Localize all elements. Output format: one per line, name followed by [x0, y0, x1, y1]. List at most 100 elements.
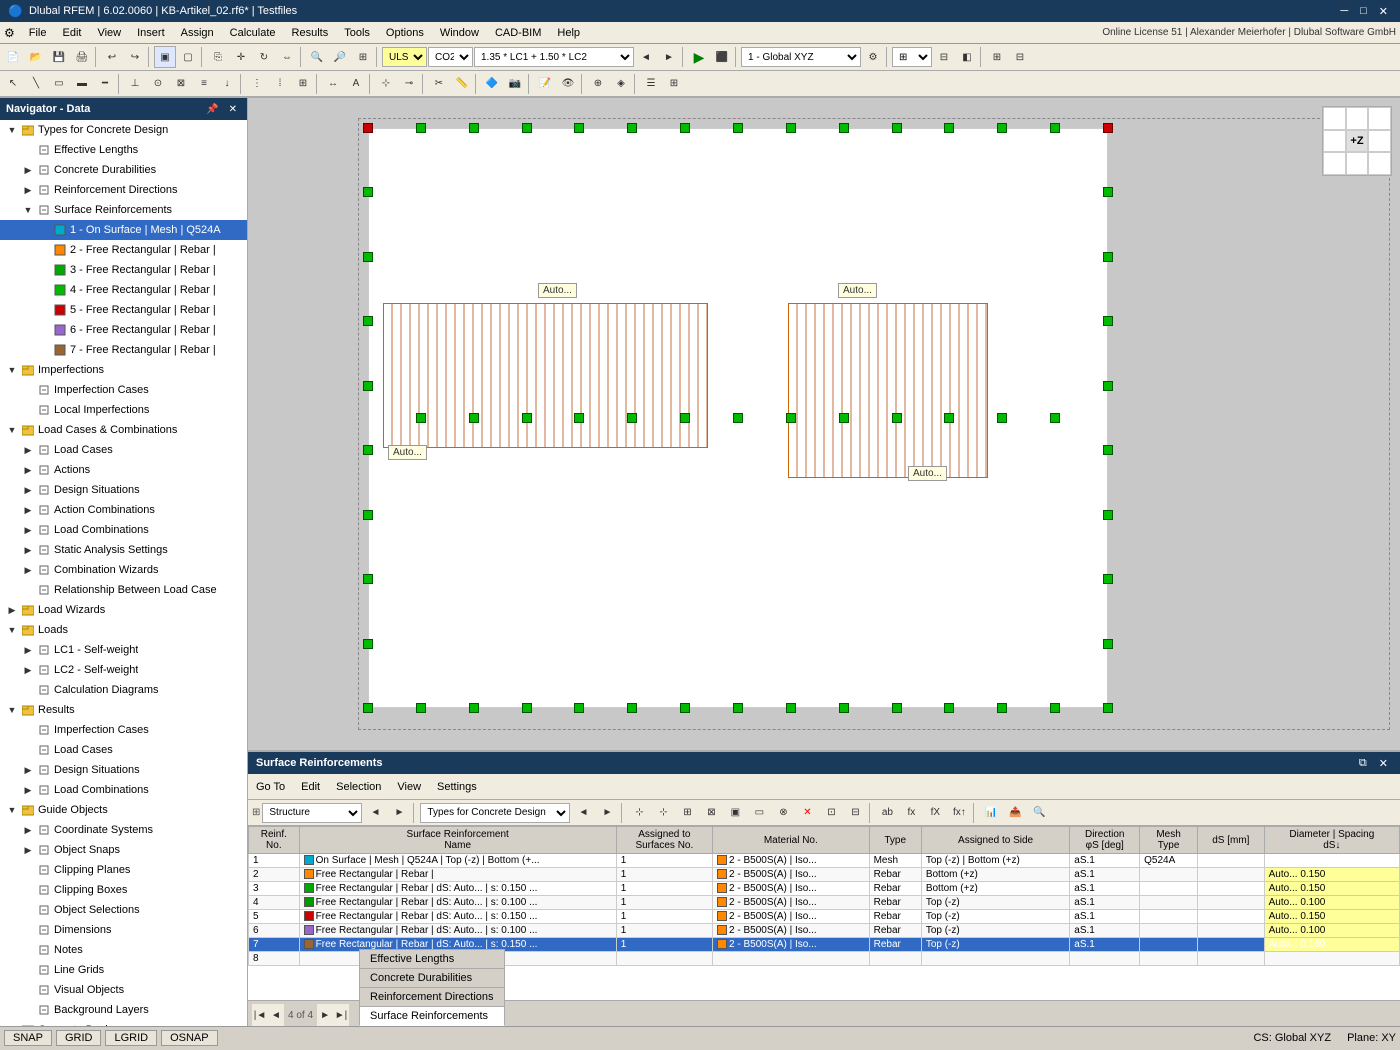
table-cell-7-4[interactable]: Rebar — [869, 938, 921, 952]
line-button[interactable]: ╲ — [25, 73, 47, 95]
nav-item-clipping-boxes[interactable]: Clipping Boxes — [0, 880, 247, 900]
reinf2-button[interactable]: ⁞ — [269, 73, 291, 95]
view-settings-button[interactable]: ⚙ — [862, 46, 884, 68]
rotate-button[interactable]: ↻ — [253, 46, 275, 68]
menu-item-insert[interactable]: Insert — [129, 25, 173, 41]
nav-item-surf-reinf-5[interactable]: 5 - Free Rectangular | Rebar | — [0, 300, 247, 320]
bp-btn5[interactable]: ▣ — [724, 802, 746, 824]
snap-grid-button[interactable]: ⊹ — [375, 73, 397, 95]
table-row-6[interactable]: 6Free Rectangular | Rebar | dS: Auto... … — [249, 924, 1400, 938]
mesh-button[interactable]: ⊞ — [292, 73, 314, 95]
stop-calc-button[interactable]: ⬛ — [711, 46, 733, 68]
shade-button[interactable]: ◧ — [956, 46, 978, 68]
types-dropdown[interactable]: Types for Concrete Design — [420, 803, 570, 823]
start-calc-button[interactable]: ▶ — [688, 46, 710, 68]
table-cell-3-6[interactable]: aS.1 — [1070, 882, 1140, 896]
table-cell-6-9[interactable]: Auto... 0.100 — [1264, 924, 1399, 938]
table-cell-3-7[interactable] — [1140, 882, 1198, 896]
menu-item-file[interactable]: File — [21, 25, 55, 41]
prev-page-button[interactable]: ◄ — [268, 1004, 284, 1026]
first-page-button[interactable]: |◄ — [252, 1004, 268, 1026]
nav-item-actions[interactable]: ▶Actions — [0, 460, 247, 480]
new-button[interactable]: 📄 — [2, 46, 24, 68]
table-cell-3-3[interactable]: 2 - B500S(A) | Iso... — [713, 882, 870, 896]
status-btn-lgrid[interactable]: LGRID — [105, 1030, 157, 1046]
table-cell-7-3[interactable]: 2 - B500S(A) | Iso... — [713, 938, 870, 952]
maximize-button[interactable]: □ — [1356, 5, 1371, 18]
camera-button[interactable]: 📷 — [504, 73, 526, 95]
list-view-button[interactable]: ☰ — [640, 73, 662, 95]
nav-item-local-imperfections[interactable]: Local Imperfections — [0, 400, 247, 420]
nav-item-coordinate-systems[interactable]: ▶Coordinate Systems — [0, 820, 247, 840]
move-button[interactable]: ✛ — [230, 46, 252, 68]
solid-button[interactable]: ▬ — [71, 73, 93, 95]
table-cell-3-2[interactable]: 1 — [616, 882, 712, 896]
structure-prev-button[interactable]: ◄ — [364, 802, 386, 824]
table-cell-8-8[interactable] — [1198, 952, 1265, 966]
point-load-button[interactable]: ↓ — [216, 73, 238, 95]
edit-menu-item[interactable]: Edit — [297, 779, 324, 795]
bp-text-button[interactable]: ab — [876, 802, 898, 824]
table-cell-6-3[interactable]: 2 - B500S(A) | Iso... — [713, 924, 870, 938]
formula-combo[interactable]: 1.35 * LC1 + 1.50 * LC2 — [474, 47, 634, 67]
compass-s[interactable] — [1346, 152, 1369, 175]
table-cell-4-9[interactable]: Auto... 0.100 — [1264, 896, 1399, 910]
bp-delete-button[interactable]: ✕ — [796, 802, 818, 824]
structure-next-button[interactable]: ► — [388, 802, 410, 824]
table-cell-6-8[interactable] — [1198, 924, 1265, 938]
bp-filter-button[interactable]: 🔍 — [1028, 802, 1050, 824]
nav-item-line-grids[interactable]: Line Grids — [0, 960, 247, 980]
table-cell-5-4[interactable]: Rebar — [869, 910, 921, 924]
wireframe-button[interactable]: ⊟ — [933, 46, 955, 68]
table-view-button[interactable]: ⊞ — [663, 73, 685, 95]
view-menu-item[interactable]: View — [393, 779, 425, 795]
nav-item-surf-reinf-6[interactable]: 6 - Free Rectangular | Rebar | — [0, 320, 247, 340]
compass-sw[interactable] — [1323, 152, 1346, 175]
goto-menu-item[interactable]: Go To — [252, 779, 289, 795]
table-cell-8-2[interactable] — [616, 952, 712, 966]
nav-item-clipping-planes[interactable]: Clipping Planes — [0, 860, 247, 880]
save-button[interactable]: 💾 — [48, 46, 70, 68]
prev-combo-button[interactable]: ◄ — [635, 46, 657, 68]
tab-surface-reinforcements[interactable]: Surface Reinforcements — [359, 1006, 505, 1026]
table-cell-5-7[interactable] — [1140, 910, 1198, 924]
nav-item-res-design-situations[interactable]: ▶Design Situations — [0, 760, 247, 780]
menu-item-edit[interactable]: Edit — [55, 25, 90, 41]
nav-item-design-situations[interactable]: ▶Design Situations — [0, 480, 247, 500]
table-cell-6-6[interactable]: aS.1 — [1070, 924, 1140, 938]
compass-nw[interactable] — [1323, 107, 1346, 130]
tab-effective-lengths[interactable]: Effective Lengths — [359, 949, 505, 968]
compass-widget[interactable]: +Z — [1322, 106, 1392, 176]
table-cell-8-6[interactable] — [1070, 952, 1140, 966]
ortho-button[interactable]: ⊕ — [587, 73, 609, 95]
table-cell-3-4[interactable]: Rebar — [869, 882, 921, 896]
nav-item-guide-objects[interactable]: ▼Guide Objects — [0, 800, 247, 820]
split-v-button[interactable]: ⊟ — [1009, 46, 1031, 68]
table-cell-1-6[interactable]: aS.1 — [1070, 854, 1140, 868]
table-cell-3-8[interactable] — [1198, 882, 1265, 896]
table-cell-3-5[interactable]: Bottom (+z) — [921, 882, 1069, 896]
table-cell-8-4[interactable] — [869, 952, 921, 966]
nav-item-imperfection-cases[interactable]: Imperfection Cases — [0, 380, 247, 400]
redo-button[interactable]: ↪ — [124, 46, 146, 68]
status-btn-osnap[interactable]: OSNAP — [161, 1030, 218, 1046]
table-cell-4-5[interactable]: Top (-z) — [921, 896, 1069, 910]
nav-item-imperfections[interactable]: ▼Imperfections — [0, 360, 247, 380]
table-cell-6-2[interactable]: 1 — [616, 924, 712, 938]
nav-item-surf-reinf-2[interactable]: 2 - Free Rectangular | Rebar | — [0, 240, 247, 260]
undo-button[interactable]: ↩ — [101, 46, 123, 68]
nav-item-res-imperfection-cases[interactable]: Imperfection Cases — [0, 720, 247, 740]
table-cell-5-9[interactable]: Auto... 0.150 — [1264, 910, 1399, 924]
bp-btn1[interactable]: ⊹ — [628, 802, 650, 824]
bp-fx-button[interactable]: fx — [900, 802, 922, 824]
nav-item-object-selections[interactable]: Object Selections — [0, 900, 247, 920]
load-area-button[interactable]: ⊠ — [170, 73, 192, 95]
compass-e[interactable] — [1368, 130, 1391, 153]
next-combo-button[interactable]: ► — [658, 46, 680, 68]
table-cell-5-6[interactable]: aS.1 — [1070, 910, 1140, 924]
nav-pin-button[interactable]: 📌 — [202, 104, 222, 115]
hinge-button[interactable]: ⊙ — [147, 73, 169, 95]
table-cell-8-3[interactable] — [713, 952, 870, 966]
table-row-5[interactable]: 5Free Rectangular | Rebar | dS: Auto... … — [249, 910, 1400, 924]
dimension-button[interactable]: ↔ — [322, 73, 344, 95]
